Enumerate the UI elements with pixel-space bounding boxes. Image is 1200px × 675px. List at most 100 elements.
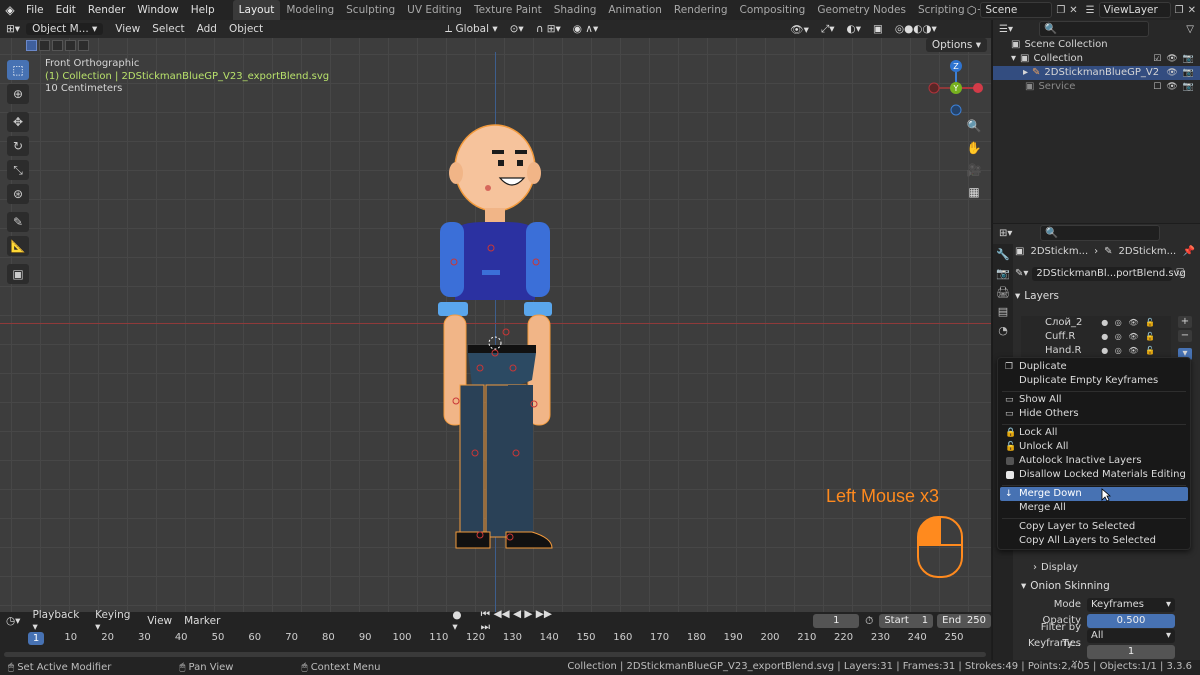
properties-search-input[interactable]: 🔍 <box>1040 225 1161 241</box>
blender-logo-icon[interactable]: ◈ <box>0 0 20 20</box>
playback-controls[interactable]: ⏮ ◀◀ ◀ ▶ ▶▶ ⏭ <box>475 608 564 634</box>
pivot-icon[interactable]: ⊙▾ <box>504 23 530 35</box>
tab-modeling[interactable]: Modeling <box>280 0 340 20</box>
scene-icon[interactable]: ⬡ <box>967 4 977 17</box>
menu-item-duplicate-empty-keyframes[interactable]: Duplicate Empty Keyframes <box>1000 374 1188 388</box>
cursor-tool-icon[interactable]: ⊕ <box>7 84 29 104</box>
onion-skinning-header[interactable]: ▾ Onion Skinning <box>1021 578 1110 594</box>
select-intersect-icon[interactable] <box>78 39 89 51</box>
menu-item-lock-all[interactable]: 🔒 Lock All <box>1000 426 1188 440</box>
transform-orientation-dropdown[interactable]: ⟂ Global ▾ <box>439 23 503 36</box>
gizmo-toggle-icon[interactable]: ⤢▾ <box>815 23 841 36</box>
menu-item-unlock-all[interactable]: 🔓 Unlock All <box>1000 440 1188 454</box>
menu-add[interactable]: Add <box>191 23 223 35</box>
menu-item-autolock[interactable]: Autolock Inactive Layers <box>1000 454 1188 468</box>
outliner-row-scene-collection[interactable]: ▣ Scene Collection <box>993 38 1200 52</box>
move-tool-icon[interactable]: ✥ <box>7 112 29 132</box>
menu-item-merge-down[interactable]: ↓ Merge Down <box>1000 487 1188 501</box>
options-dropdown[interactable]: Options ▾ <box>925 38 987 52</box>
snap-icon[interactable]: ∩ ⊞▾ <box>530 23 567 35</box>
menu-item-copy-layer[interactable]: Copy Layer to Selected <box>1000 520 1188 534</box>
output-tab-icon[interactable]: 🖨 <box>996 286 1010 299</box>
onion-mode-dropdown[interactable]: Keyframes ▾ <box>1087 598 1175 612</box>
tab-shading[interactable]: Shading <box>548 0 603 20</box>
scene-copy-icon[interactable]: ❐ <box>1056 5 1065 16</box>
mode-dropdown[interactable]: Object M... ▾ <box>26 23 104 35</box>
filter-icon[interactable]: ▽ <box>1186 24 1194 35</box>
xray-icon[interactable]: ▣ <box>867 23 889 35</box>
expand-arrow-icon[interactable]: ▾ <box>1011 52 1016 66</box>
frame-cursor[interactable]: 1 <box>28 632 44 645</box>
add-cube-tool-icon[interactable]: ▣ <box>7 264 29 284</box>
end-frame-field[interactable]: End 250 <box>937 614 991 628</box>
select-new-icon[interactable] <box>26 39 37 51</box>
menu-render[interactable]: Render <box>82 0 131 20</box>
pin-icon[interactable]: 📌 <box>1183 244 1195 260</box>
pan-hand-icon[interactable]: ✋ <box>964 139 984 157</box>
view-layer-icon[interactable]: ☰ <box>1086 5 1095 16</box>
tab-layout[interactable]: Layout <box>232 0 281 20</box>
shading-modes-icon[interactable]: ◎●◐◑▾ <box>889 23 943 35</box>
display-panel-header[interactable]: › Display <box>1033 560 1078 576</box>
tab-sculpting[interactable]: Sculpting <box>340 0 401 20</box>
menu-item-hide-others[interactable]: ▭ Hide Others <box>1000 407 1188 421</box>
layer-item[interactable]: Слой_2 ● ◎ 👁 🔓 <box>1021 316 1171 330</box>
overlay-toggle-icon[interactable]: ◐▾ <box>841 23 867 35</box>
layer-item[interactable]: Hand.R ● ◎ 👁 🔓 <box>1021 344 1171 358</box>
outliner-row-collection[interactable]: ▾ ▣ Collection ☑ 👁 📷 <box>993 52 1200 66</box>
outliner-row-stickman[interactable]: ▸ ✎ 2DStickmanBlueGP_V2 👁 📷 <box>993 66 1200 80</box>
record-icon[interactable]: ● ▾ <box>446 609 474 633</box>
add-layer-button[interactable]: + <box>1178 316 1192 328</box>
timeline-scrollbar[interactable] <box>4 652 986 657</box>
grid-view-icon[interactable]: ▦ <box>964 183 984 201</box>
layer-toggles-icon[interactable]: ● ◎ 👁 🔓 <box>1101 344 1157 358</box>
stopwatch-icon[interactable]: ⏱ <box>859 615 879 628</box>
timeline-editor-icon[interactable]: ◷▾ <box>0 615 26 627</box>
onion-keyframes-field[interactable]: 1 <box>1087 645 1175 659</box>
tab-animation[interactable]: Animation <box>602 0 668 20</box>
timeline-ruler[interactable]: 10 20 30 40 50 60 70 80 90 100 110 120 130 140 150 160 1… <box>0 632 991 646</box>
editor-type-icon[interactable]: ⊞▾ <box>0 23 26 35</box>
scene-tab-icon[interactable]: ◔ <box>998 324 1008 337</box>
3d-viewport[interactable]: ⊞▾ Object M... ▾ View Select Add Object … <box>0 20 991 612</box>
remove-layer-button[interactable]: − <box>1178 330 1192 342</box>
layer-toggles-icon[interactable]: ● ◎ 👁 🔓 <box>1101 316 1157 330</box>
scene-field[interactable]: Scene <box>980 2 1053 18</box>
scale-tool-icon[interactable]: ⤡ <box>7 160 29 180</box>
view-layer-field[interactable]: ViewLayer <box>1098 2 1171 18</box>
menu-item-show-all[interactable]: ▭ Show All <box>1000 393 1188 407</box>
outliner-search-input[interactable]: 🔍 <box>1038 21 1149 37</box>
menu-help[interactable]: Help <box>185 0 221 20</box>
rotate-tool-icon[interactable]: ↻ <box>7 136 29 156</box>
render-tab-icon[interactable]: 📷 <box>996 267 1010 280</box>
properties-editor-icon[interactable]: ⊞▾ <box>999 228 1012 239</box>
menu-file[interactable]: File <box>20 0 50 20</box>
marker-menu[interactable]: Marker <box>178 615 226 627</box>
navigation-gizmo[interactable]: Z Y <box>926 60 986 120</box>
playback-menu[interactable]: Playback ▾ <box>26 609 89 633</box>
menu-window[interactable]: Window <box>131 0 184 20</box>
menu-select[interactable]: Select <box>146 23 190 35</box>
tab-scripting[interactable]: Scripting <box>912 0 971 20</box>
datablock-field[interactable]: 2DStickmanBl...portBlend.svg <box>1032 267 1186 281</box>
zoom-icon[interactable]: 🔍 <box>964 117 984 135</box>
onion-filter-dropdown[interactable]: All ▾ <box>1087 629 1175 643</box>
menu-item-copy-all-layers[interactable]: Copy All Layers to Selected <box>1000 534 1188 548</box>
select-box-tool-icon[interactable]: ⬚ <box>7 60 29 80</box>
menu-item-disallow-locked[interactable]: Disallow Locked Materials Editing <box>1000 468 1188 482</box>
tab-texture-paint[interactable]: Texture Paint <box>468 0 548 20</box>
layer-toggles-icon[interactable]: ● ◎ 👁 🔓 <box>1101 330 1157 344</box>
start-frame-field[interactable]: Start 1 <box>879 614 934 628</box>
camera-icon[interactable]: 🎥 <box>964 161 984 179</box>
view-menu[interactable]: View <box>141 615 178 627</box>
expand-arrow-icon[interactable]: ▸ <box>1023 66 1028 80</box>
view-layer-copy-icon[interactable]: ❐ <box>1175 5 1184 16</box>
view-layer-tab-icon[interactable]: ▤ <box>998 305 1008 318</box>
tab-geometry-nodes[interactable]: Geometry Nodes <box>811 0 912 20</box>
tab-rendering[interactable]: Rendering <box>668 0 734 20</box>
visibility-icon[interactable]: 👁▾ <box>784 23 815 36</box>
outliner-editor-icon[interactable]: ☰▾ <box>999 24 1013 35</box>
stickman-character[interactable] <box>420 110 570 550</box>
tab-compositing[interactable]: Compositing <box>734 0 812 20</box>
current-frame-field[interactable]: 1 <box>813 614 860 628</box>
